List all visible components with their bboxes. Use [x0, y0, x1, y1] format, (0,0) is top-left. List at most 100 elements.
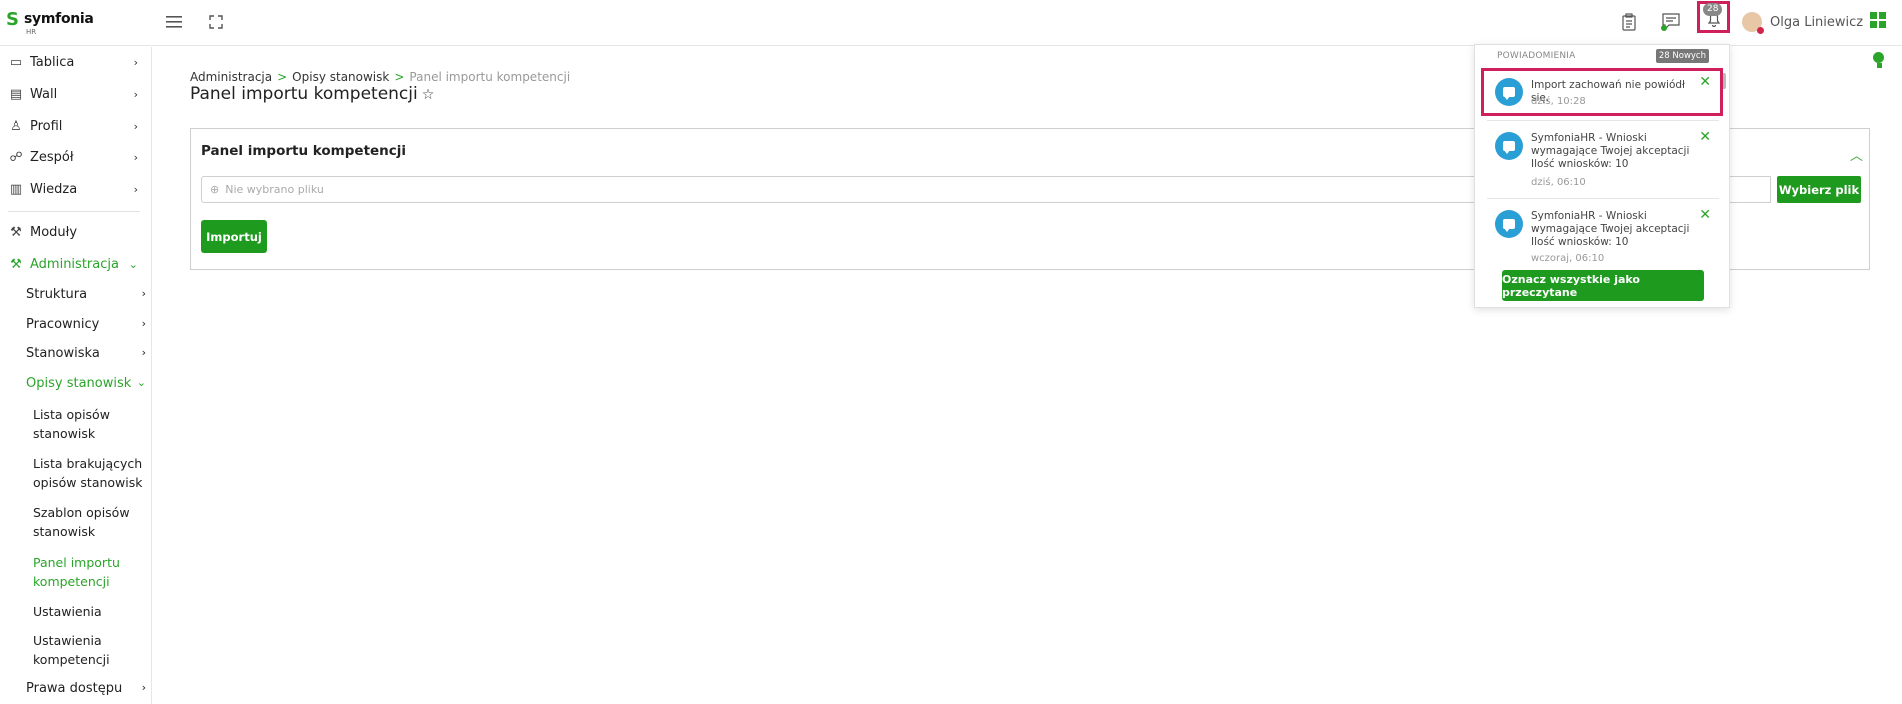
sidebar-sub-pracownicy[interactable]: Pracownicy ›	[26, 317, 146, 332]
sidebar-item-wall[interactable]: ▤ Wall ›	[0, 85, 152, 103]
notification-text: SymfoniaHR - Wnioski wymagające Twojej a…	[1531, 132, 1690, 170]
sidebar-item-wiedza[interactable]: ▥ Wiedza ›	[0, 180, 152, 198]
hamburger-menu-icon[interactable]	[162, 10, 186, 34]
chevron-down-icon: ⌄	[128, 257, 138, 271]
chevron-right-icon: ›	[133, 87, 138, 101]
sidebar-item-label: Moduły	[30, 224, 78, 240]
sidebar: ▭ Tablica › ▤ Wall › ♙ Profil › ☍ Zespół…	[0, 47, 152, 704]
brand-sub: HR	[26, 28, 37, 36]
sidebar-leaf-label: Ustawienia kompetencji	[33, 633, 110, 667]
sidebar-sub-label: Pracownicy	[26, 317, 100, 332]
sidebar-item-zespol[interactable]: ☍ Zespół ›	[0, 148, 152, 166]
sidebar-item-label: Wiedza	[30, 181, 78, 197]
notification-item[interactable]: SymfoniaHR - Wnioski wymagające Twojej a…	[1481, 123, 1723, 195]
monitor-icon: ▭	[9, 54, 23, 70]
user-icon: ♙	[10, 118, 22, 134]
sidebar-item-label: Zespół	[30, 149, 74, 165]
brand-name: symfonia	[24, 11, 94, 27]
sidebar-sub-label: Stanowiska	[26, 346, 100, 361]
chevron-right-icon: ›	[141, 317, 146, 330]
chevron-right-icon: ›	[133, 55, 138, 69]
breadcrumb-separator: >	[277, 70, 288, 84]
chevron-right-icon: ›	[133, 182, 138, 196]
sidebar-leaf-ustawienia-kompetencji[interactable]: Ustawienia kompetencji	[33, 631, 145, 669]
notification-item[interactable]: SymfoniaHR - Wnioski wymagające Twojej a…	[1481, 201, 1723, 267]
notification-text: SymfoniaHR - Wnioski wymagające Twojej a…	[1531, 210, 1690, 248]
notifications-count-badge: 28	[1703, 3, 1723, 16]
close-icon[interactable]: ✕	[1699, 207, 1711, 223]
close-icon[interactable]: ✕	[1699, 74, 1711, 90]
breadcrumb-separator: >	[394, 70, 405, 84]
sidebar-item-label: Administracja	[30, 256, 119, 272]
chevron-right-icon: ›	[141, 287, 146, 300]
messages-icon[interactable]	[1659, 10, 1683, 34]
breadcrumb-opisy-stanowisk[interactable]: Opisy stanowisk	[292, 70, 389, 84]
book-icon: ▥	[9, 181, 23, 197]
breadcrumb-administracja[interactable]: Administracja	[190, 70, 272, 84]
mark-all-read-button[interactable]: Oznacz wszystkie jako przeczytane	[1502, 270, 1704, 301]
sidebar-leaf-panel-importu[interactable]: Panel importu kompetencji	[33, 553, 145, 591]
notification-time: wczoraj, 06:10	[1531, 253, 1605, 264]
sidebar-leaf-label: Ustawienia	[33, 604, 102, 619]
chevron-right-icon: ›	[133, 150, 138, 164]
sidebar-item-tablica[interactable]: ▭ Tablica ›	[0, 53, 152, 71]
sidebar-item-label: Profil	[30, 118, 63, 134]
breadcrumb: Administracja > Opisy stanowisk > Panel impo…	[190, 70, 570, 84]
chevron-down-icon: ⌄	[136, 376, 146, 389]
apps-grid-icon[interactable]	[1870, 12, 1886, 28]
top-bar: S symfonia HR 28 Olga Liniewicz ⌄	[0, 0, 1902, 46]
wall-icon: ▤	[9, 86, 23, 102]
wrench-icon: ⚒	[10, 224, 22, 240]
sidebar-sub-opisy-stanowisk[interactable]: Opisy stanowisk ⌄	[26, 376, 146, 391]
notifications-new-badge: 28 Nowych	[1655, 49, 1709, 63]
sidebar-leaf-label: Lista brakujących opisów stanowisk	[33, 456, 143, 490]
sidebar-divider	[8, 211, 140, 212]
sidebar-sub-label: Prawa dostępu	[26, 681, 123, 696]
symfonia-logo-mark: S	[6, 9, 19, 30]
sidebar-item-label: Wall	[30, 86, 58, 102]
sidebar-sub-struktura[interactable]: Struktura ›	[26, 287, 146, 302]
lightbulb-icon[interactable]	[1873, 52, 1885, 70]
attach-icon: ⊕	[210, 183, 220, 196]
file-input-placeholder: Nie wybrano pliku	[225, 183, 324, 196]
sidebar-leaf-label: Szablon opisów stanowisk	[33, 505, 130, 539]
sidebar-item-moduly[interactable]: ⚒ Moduły	[0, 223, 152, 241]
panel-title: Panel importu kompetencji	[201, 143, 407, 159]
sidebar-leaf-ustawienia[interactable]: Ustawienia	[33, 602, 145, 621]
sidebar-leaf-lista-brakujacych[interactable]: Lista brakujących opisów stanowisk	[33, 454, 145, 492]
wrench-icon: ⚒	[10, 256, 22, 272]
chat-bubble-icon	[1495, 78, 1523, 106]
notification-separator	[1487, 120, 1719, 121]
chevron-right-icon: ›	[133, 119, 138, 133]
sidebar-leaf-label: Lista opisów stanowisk	[33, 407, 110, 441]
favorite-star-icon[interactable]: ☆	[422, 87, 435, 103]
sidebar-sub-stanowiska[interactable]: Stanowiska ›	[26, 346, 146, 361]
fullscreen-icon[interactable]	[204, 10, 228, 34]
close-icon[interactable]: ✕	[1699, 129, 1711, 145]
page-title: Panel importu kompetencji	[190, 84, 418, 104]
sidebar-leaf-lista-opisow[interactable]: Lista opisów stanowisk	[33, 405, 145, 443]
notification-separator	[1487, 198, 1719, 199]
notifications-header: POWIADOMIENIA	[1497, 51, 1576, 61]
sidebar-item-administracja[interactable]: ⚒ Administracja ⌄	[0, 255, 152, 273]
chat-bubble-icon	[1495, 210, 1523, 238]
sidebar-sub-prawa-dostepu[interactable]: Prawa dostępu ›	[26, 681, 146, 696]
sidebar-item-label: Tablica	[30, 54, 75, 70]
breadcrumb-current: Panel importu kompetencji	[409, 70, 571, 84]
avatar	[1742, 12, 1764, 34]
user-menu[interactable]: Olga Liniewicz ⌄	[1742, 10, 1880, 34]
sidebar-sub-label: Opisy stanowisk	[26, 376, 132, 391]
choose-file-button[interactable]: Wybierz plik	[1777, 176, 1861, 203]
sidebar-leaf-label: Panel importu kompetencji	[33, 555, 120, 589]
notification-item[interactable]: Import zachowań nie powiódł się. dziś, 1…	[1481, 68, 1723, 116]
notifications-dropdown: POWIADOMIENIA 28 Nowych Import zachowań …	[1474, 44, 1730, 308]
symfonia-logo[interactable]: S symfonia HR	[6, 8, 96, 38]
notification-time: dziś, 10:28	[1531, 96, 1586, 107]
chevron-up-icon[interactable]: ︿	[1850, 145, 1863, 164]
clipboard-icon[interactable]	[1617, 10, 1641, 34]
sidebar-item-profil[interactable]: ♙ Profil ›	[0, 117, 152, 135]
notification-time: dziś, 06:10	[1531, 177, 1586, 188]
sidebar-leaf-szablon-opisow[interactable]: Szablon opisów stanowisk	[33, 503, 145, 541]
user-name: Olga Liniewicz	[1770, 14, 1864, 30]
import-button[interactable]: Importuj	[201, 220, 267, 253]
